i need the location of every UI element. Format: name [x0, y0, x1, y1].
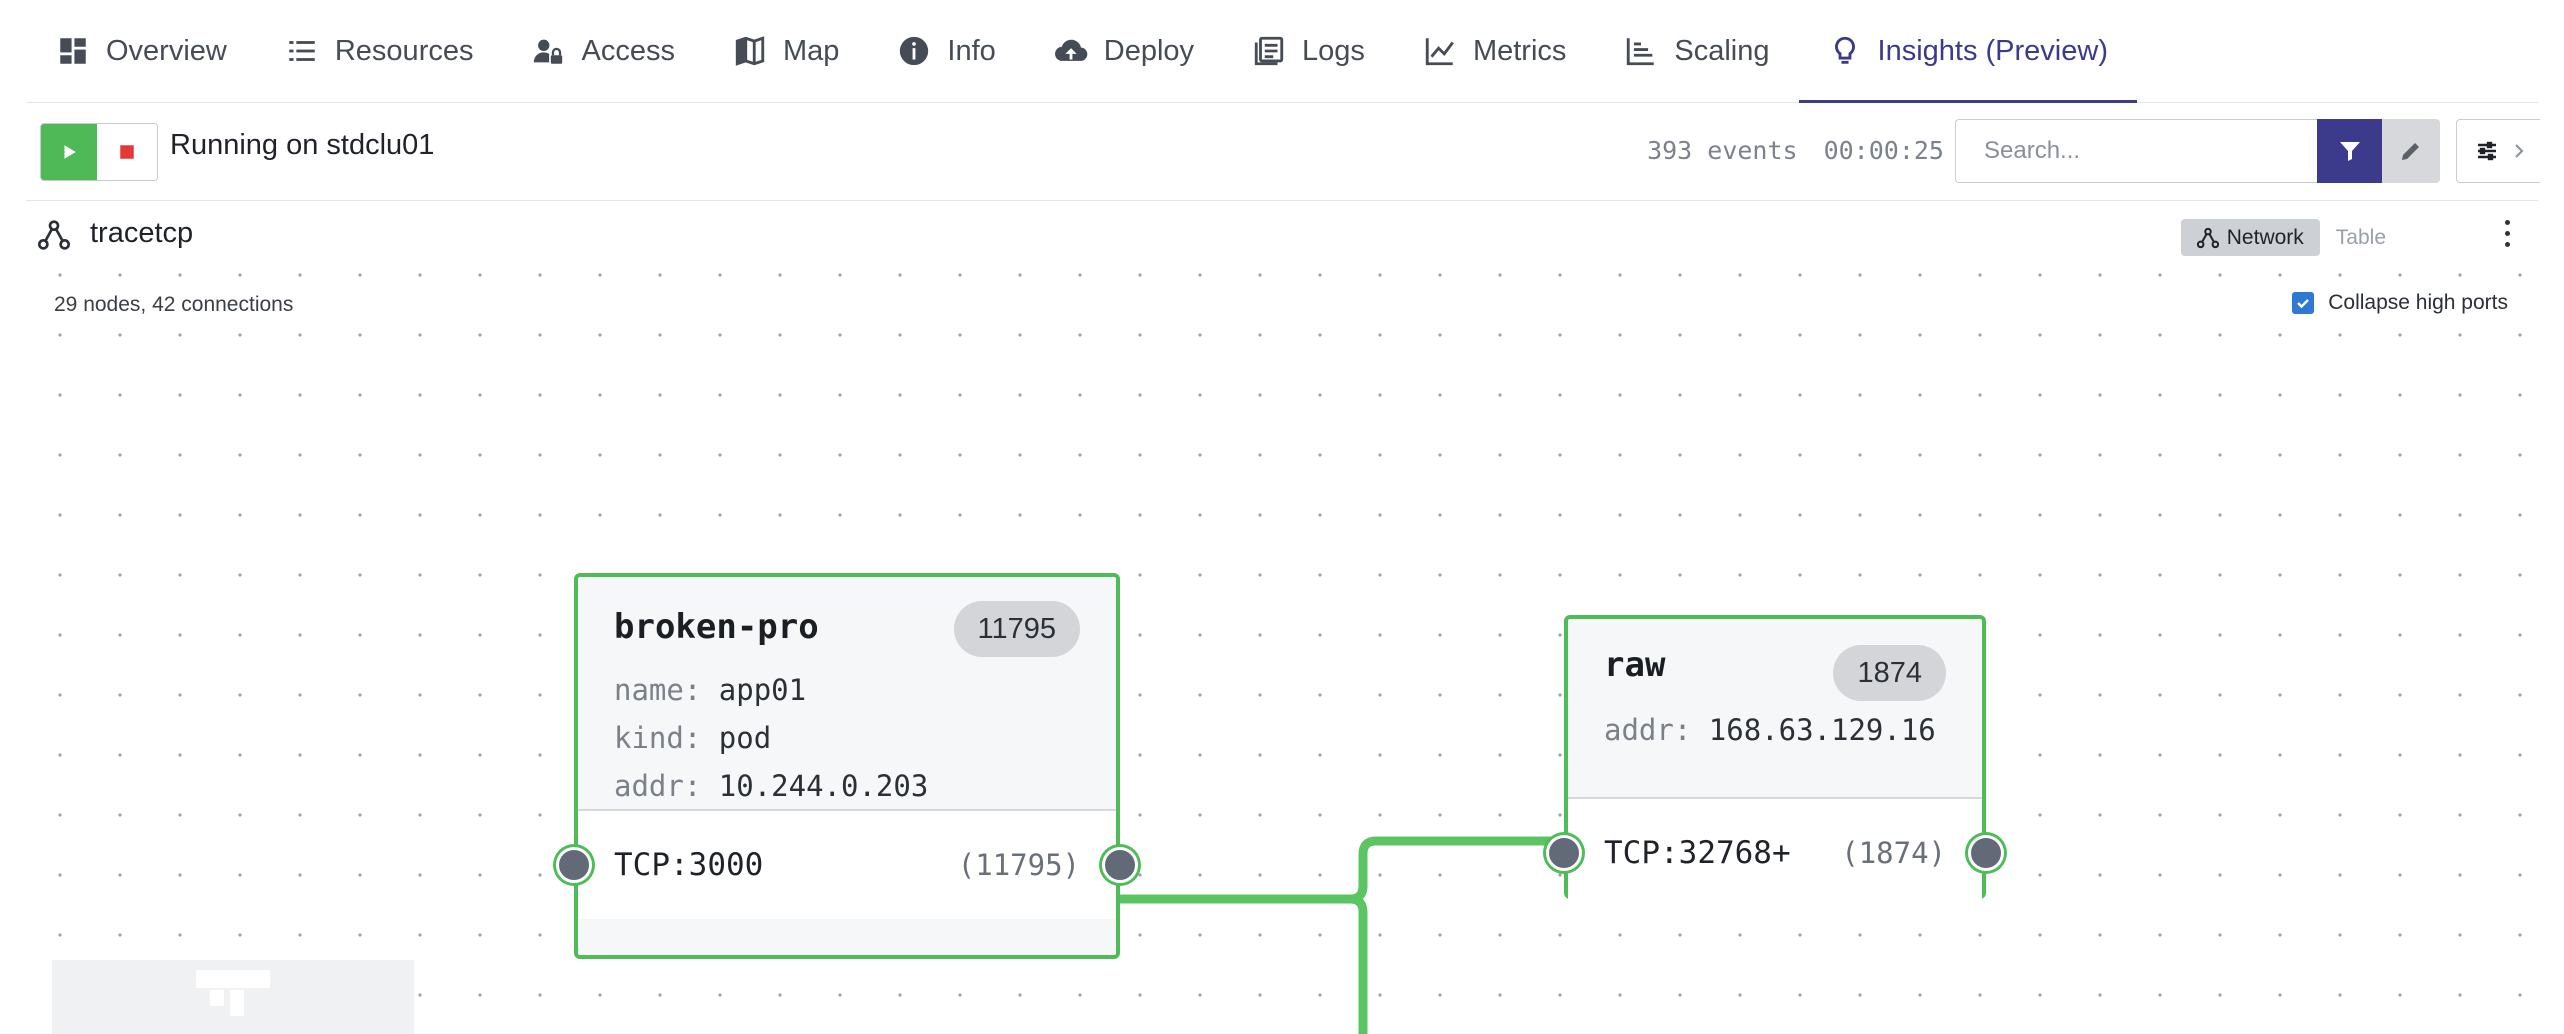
tab-label: Info: [947, 34, 996, 67]
tab-bar: Overview Resources Access Map Info Deplo…: [26, 0, 2538, 103]
minimap[interactable]: [52, 960, 414, 1034]
tab-label: Logs: [1302, 34, 1365, 67]
node-port[interactable]: TCP:32768+ (1874): [1546, 799, 2004, 907]
port-in-handle[interactable]: [556, 847, 592, 883]
event-count: 393 events: [1647, 136, 1798, 165]
network-view-label: Network: [2226, 225, 2304, 249]
tab-label: Deploy: [1103, 34, 1195, 67]
filter-button[interactable]: [2317, 119, 2382, 183]
scaling-icon: [1624, 34, 1658, 68]
sliders-icon: [2478, 141, 2496, 161]
port-out-handle[interactable]: [1968, 835, 2004, 871]
tab-deploy[interactable]: Deploy: [1025, 0, 1223, 102]
panel-header: tracetcp Network Table: [26, 201, 2538, 271]
cloud-upload-icon: [1054, 34, 1088, 68]
node-field: kind: pod: [614, 721, 772, 755]
node-field: addr: 168.63.129.16: [1604, 713, 1936, 747]
list-icon: [285, 34, 319, 68]
pencil-icon: [2402, 143, 2419, 160]
chevron-right-icon: [2515, 144, 2524, 158]
node-field: name: app01: [614, 673, 807, 707]
tab-metrics[interactable]: Metrics: [1394, 0, 1595, 102]
run-status: Running on stdclu01: [170, 129, 435, 161]
tab-map[interactable]: Map: [704, 0, 868, 102]
port-label: TCP:32768+: [1604, 835, 1791, 871]
tab-overview[interactable]: Overview: [26, 0, 256, 102]
collapse-label: Collapse high ports: [2328, 291, 2508, 314]
tab-label: Insights (Preview): [1877, 34, 2108, 67]
tab-label: Scaling: [1674, 34, 1770, 67]
table-view-label: Table: [2335, 225, 2386, 249]
network-view-button[interactable]: Network: [2180, 219, 2320, 256]
play-icon: [64, 145, 76, 159]
panel-title: tracetcp: [90, 217, 194, 249]
tab-logs[interactable]: Logs: [1223, 0, 1394, 102]
collapse-checkbox[interactable]: [2292, 292, 2315, 314]
collapse-high-ports-toggle[interactable]: Collapse high ports: [2292, 291, 2508, 315]
node-header: broken-pro 11795 name: app01 kind: pod a…: [578, 577, 1116, 811]
stop-button[interactable]: [97, 124, 157, 180]
more-options-icon[interactable]: [2492, 213, 2522, 253]
minimap-nodes-icon: [196, 970, 270, 1016]
node-field: addr: 10.244.0.203: [614, 769, 929, 803]
settings-button[interactable]: [2456, 119, 2540, 183]
tab-scaling[interactable]: Scaling: [1595, 0, 1798, 102]
search-input[interactable]: [1955, 119, 2317, 183]
graph-node[interactable]: broken-pro 11795 name: app01 kind: pod a…: [556, 573, 1138, 959]
lightbulb-icon: [1828, 34, 1862, 68]
node-port[interactable]: TCP:3000 (11795): [556, 811, 1138, 919]
edge-broken-pro-to-raw: [1111, 836, 1571, 904]
edit-button[interactable]: [2382, 119, 2440, 183]
tab-label: Overview: [106, 34, 227, 67]
edges-layer: [1111, 836, 1571, 1034]
node-count-badge: 11795: [953, 601, 1080, 657]
info-icon: [897, 34, 931, 68]
table-view-button[interactable]: Table: [2320, 219, 2402, 256]
network-icon: [38, 220, 70, 250]
tab-label: Map: [782, 34, 840, 67]
node-count-badge: 1874: [1833, 645, 1946, 701]
insights-toolbar: Running on stdclu01 393 events 00:00:25: [26, 103, 2540, 201]
run-controls: [40, 123, 158, 181]
tab-resources[interactable]: Resources: [256, 0, 503, 102]
tab-access[interactable]: Access: [502, 0, 703, 102]
check-icon: [2297, 299, 2310, 309]
port-out-handle[interactable]: [1102, 847, 1138, 883]
user-lock-icon: [531, 34, 565, 68]
port-label: TCP:3000: [614, 847, 764, 883]
edge-broken-pro-down: [1345, 894, 1368, 1034]
filter-icon: [2339, 142, 2360, 161]
dashboard-icon: [56, 34, 90, 68]
stop-icon: [120, 145, 134, 159]
logs-icon: [1252, 34, 1286, 68]
tab-insights[interactable]: Insights (Preview): [1798, 0, 2138, 103]
view-toggle: Network Table: [2180, 219, 2402, 256]
port-in-handle[interactable]: [1546, 835, 1582, 871]
tab-info[interactable]: Info: [868, 0, 1024, 102]
port-count: (11795): [957, 848, 1080, 882]
tab-label: Access: [581, 34, 675, 67]
map-icon: [733, 34, 767, 68]
graph-node[interactable]: raw 1874 addr: 168.63.129.16 TCP:32768+ …: [1546, 615, 2004, 907]
network-icon: [2196, 227, 2219, 248]
line-chart-icon: [1423, 34, 1457, 68]
port-count: (1874): [1841, 836, 1946, 870]
tab-label: Metrics: [1472, 34, 1567, 67]
network-graph-canvas[interactable]: 29 nodes, 42 connections Collapse high p…: [26, 271, 2538, 1034]
graph-stats: 29 nodes, 42 connections: [54, 293, 294, 317]
event-stats: 393 events 00:00:25: [1647, 136, 1944, 165]
elapsed-time: 00:00:25: [1823, 136, 1944, 165]
node-header: raw 1874 addr: 168.63.129.16: [1568, 619, 1982, 799]
play-button[interactable]: [41, 124, 97, 180]
tab-label: Resources: [334, 34, 474, 67]
